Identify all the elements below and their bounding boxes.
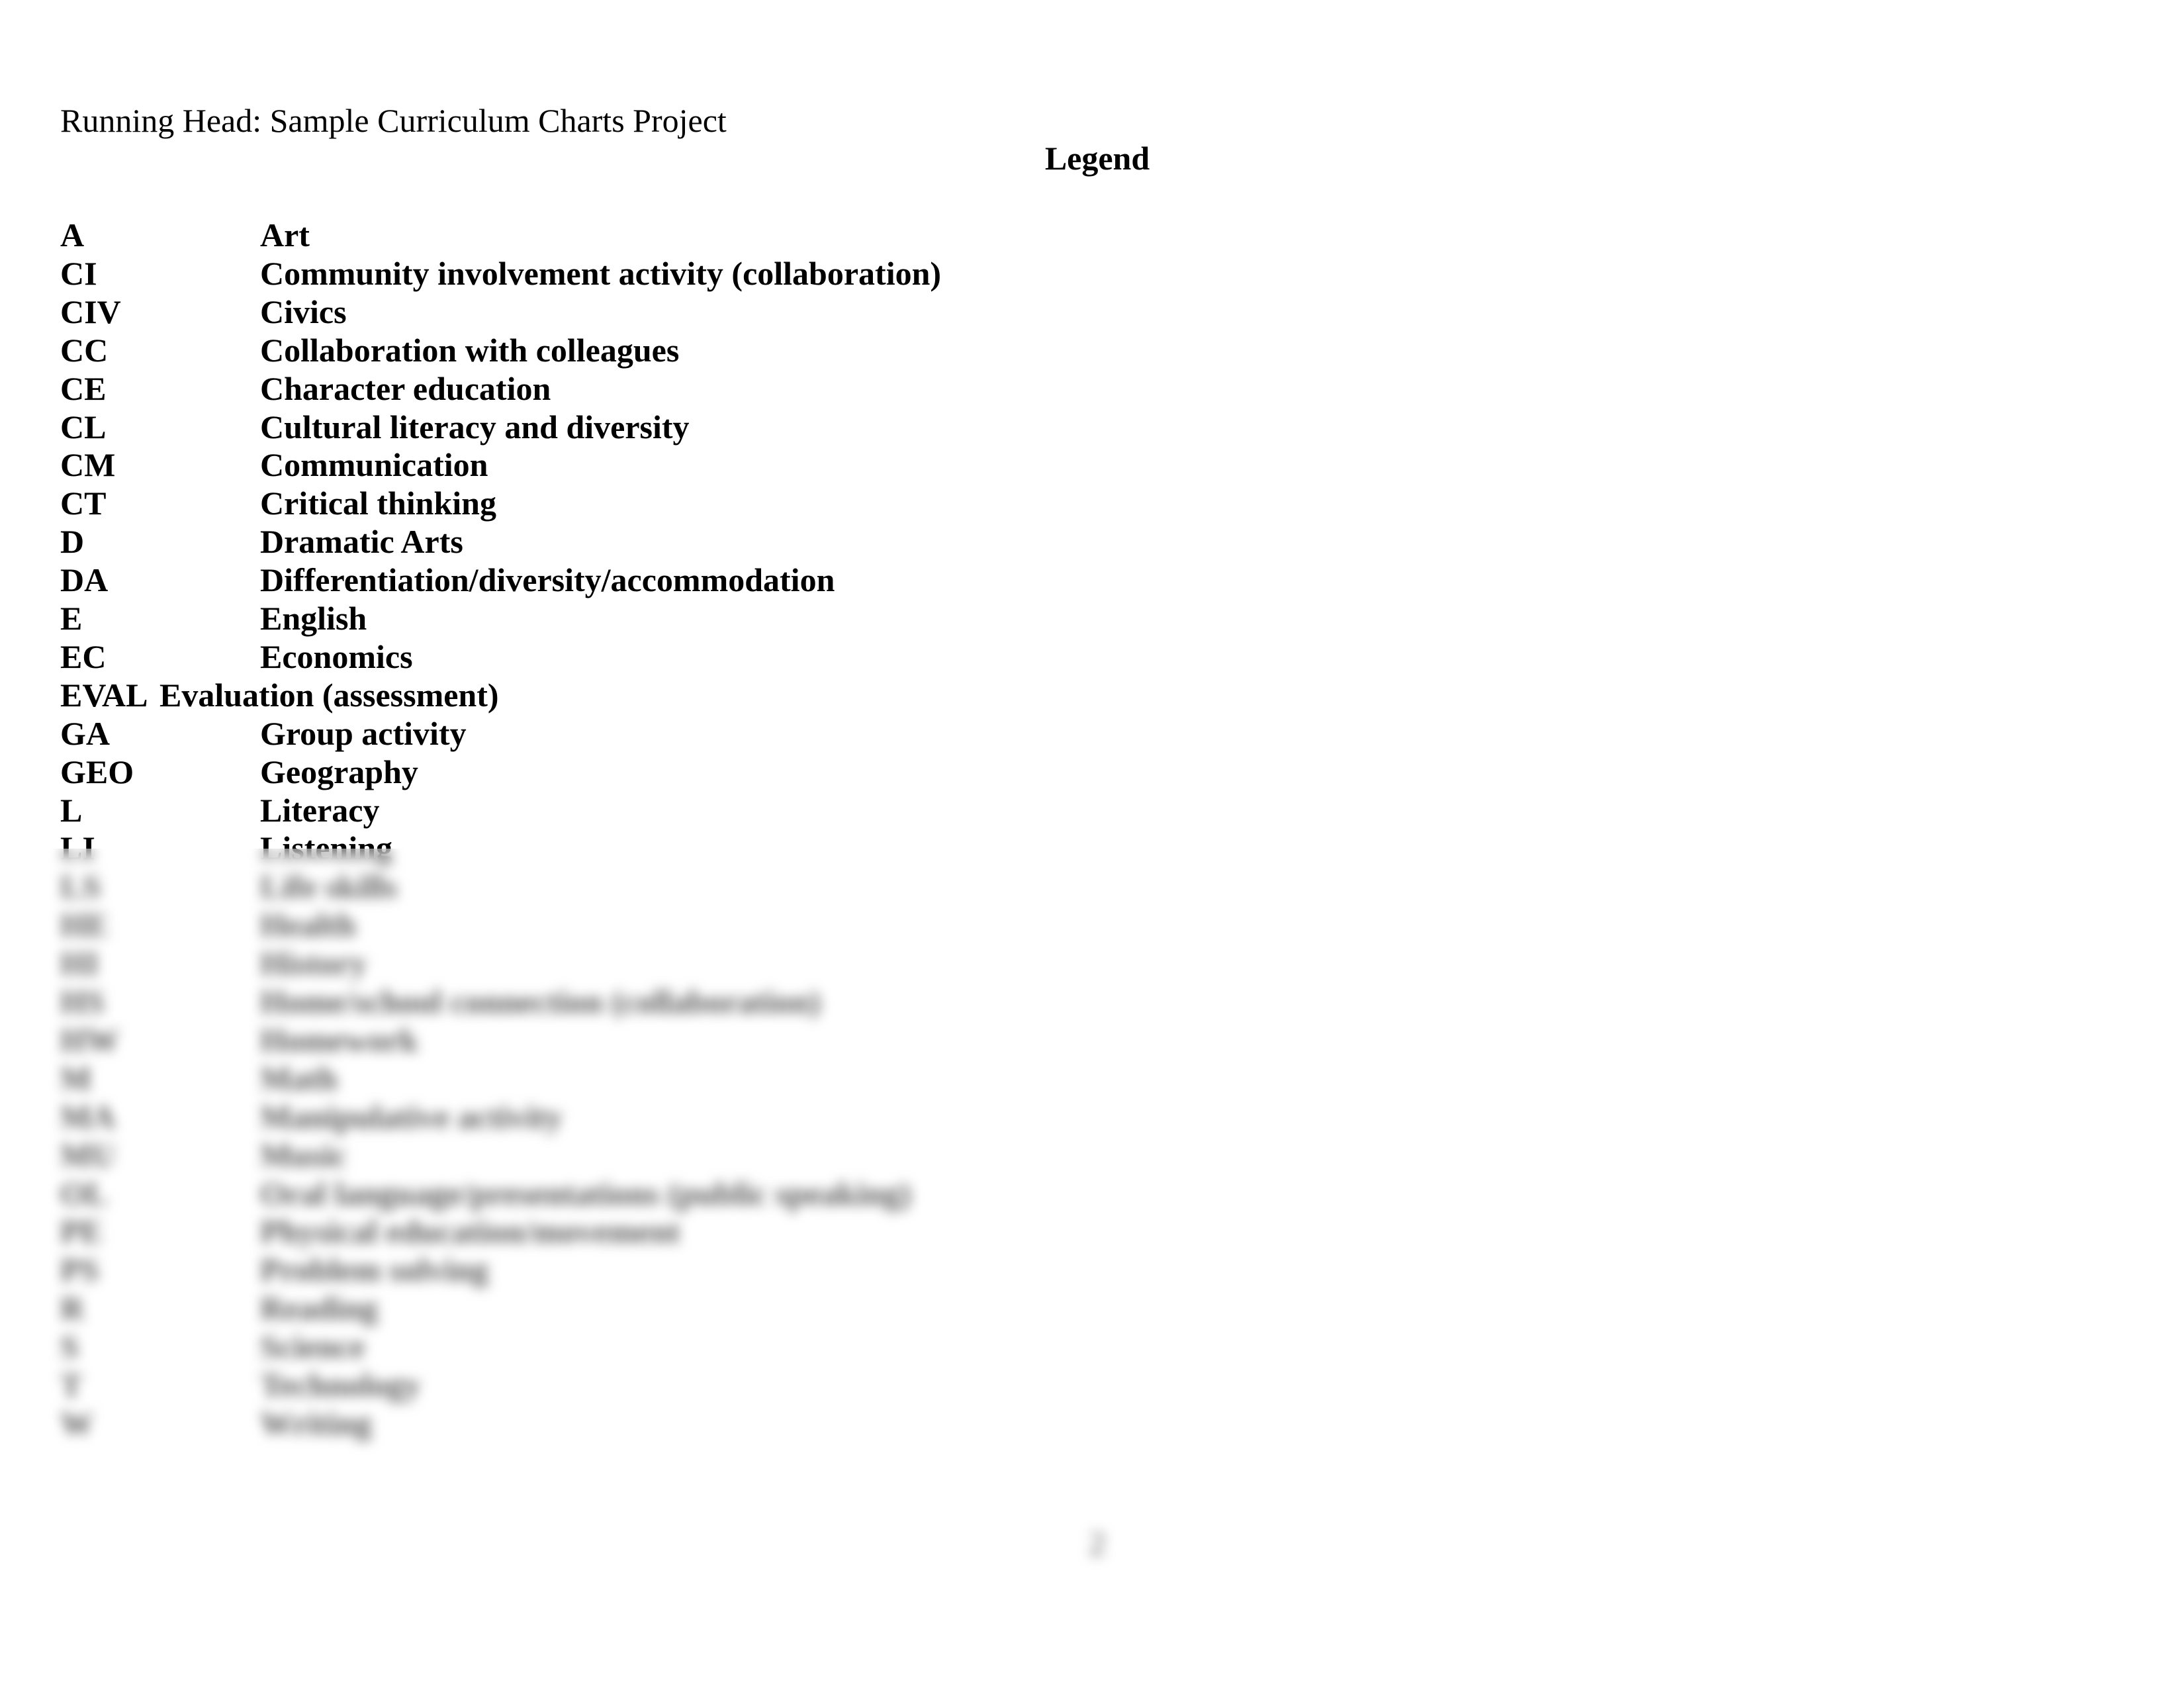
legend-term: Group activity	[260, 714, 467, 752]
legend-abbreviation: CL	[60, 408, 107, 445]
legend-abbreviation: CE	[60, 369, 107, 407]
legend-abbreviation: GA	[60, 714, 110, 752]
legend-term: Evaluation (assessment)	[159, 676, 499, 714]
legend-term: Civics	[260, 293, 347, 330]
legend-abbreviation: CM	[60, 446, 116, 484]
legend-term: Cultural literacy and diversity	[260, 408, 690, 445]
legend-abbreviation: CT	[60, 485, 107, 522]
legend-abbreviation: GEO	[60, 753, 134, 790]
legend-term: Differentiation/diversity/accommodation	[260, 561, 835, 599]
blurred-preview-overlay	[0, 849, 2184, 1688]
legend-term: Literacy	[260, 791, 380, 829]
legend-term: Community involvement activity (collabor…	[260, 254, 942, 292]
legend-abbreviation: L	[60, 791, 83, 829]
legend-term: Economics	[260, 637, 413, 675]
legend-title: Legend	[1044, 140, 1150, 177]
legend-abbreviation: EVAL	[60, 676, 148, 714]
legend-term: Character education	[260, 369, 551, 407]
running-head: Running Head: Sample Curriculum Charts P…	[60, 102, 727, 139]
legend-term: Geography	[260, 753, 418, 790]
legend-abbreviation: DA	[60, 561, 109, 599]
legend-abbreviation: CIV	[60, 293, 121, 330]
legend-term: Dramatic Arts	[260, 523, 463, 561]
legend-abbreviation: E	[60, 600, 83, 637]
legend-term: Critical thinking	[260, 485, 496, 522]
legend-abbreviation: EC	[60, 637, 107, 675]
legend-abbreviation: CC	[60, 331, 109, 369]
legend-term: Collaboration with colleagues	[260, 331, 680, 369]
legend-abbreviation: A	[60, 216, 85, 254]
legend-term: English	[260, 600, 367, 637]
legend-abbreviation: CI	[60, 254, 97, 292]
legend-term: Communication	[260, 446, 488, 484]
legend-term: Art	[260, 216, 310, 254]
legend-abbreviation: D	[60, 523, 85, 561]
